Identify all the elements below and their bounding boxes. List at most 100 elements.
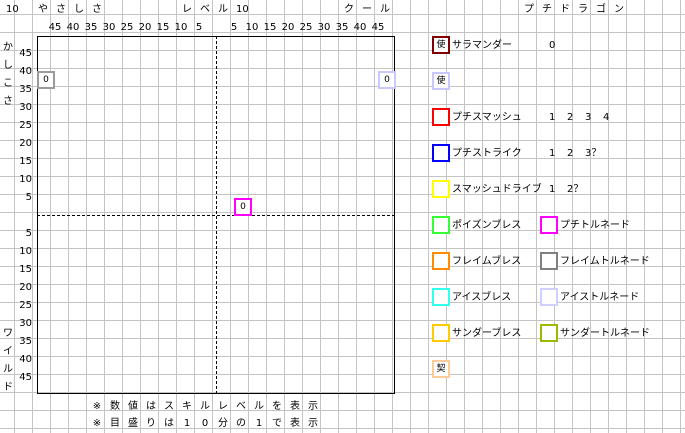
note-scale-char: 分: [218, 418, 228, 429]
note-scale-char: ※: [92, 418, 102, 429]
note-skill-level-char: 表: [290, 401, 300, 412]
note-skill-level-char: 示: [308, 401, 318, 412]
y-tick-label: 20: [19, 282, 32, 293]
thunder-tornado-label: サンダートルネード: [560, 328, 650, 339]
note-skill-level-char: ベ: [236, 401, 246, 412]
puchi-smash-level-4: 4: [603, 112, 610, 123]
y-tick-label: 45: [19, 372, 32, 383]
game-title-char: プ: [524, 4, 534, 15]
y-tick-label: 45: [19, 48, 32, 59]
y-tick-label: 35: [19, 84, 32, 95]
thunder-breath-label: サンダーブレス: [452, 328, 522, 339]
y-tick-label: 25: [19, 300, 32, 311]
note-scale-char: 1: [255, 418, 263, 429]
puchi-strike-level-3: 3？: [585, 148, 602, 159]
puchi-strike-swatch[interactable]: [432, 144, 450, 162]
y-tick-label: 35: [19, 336, 32, 347]
x-tick-label: 45: [371, 22, 385, 33]
note-skill-level-char: 値: [128, 401, 138, 412]
marker-lavender[interactable]: 0: [378, 71, 396, 89]
puchi-smash-level-2: 2: [567, 112, 574, 123]
left-axis-label-char: や: [38, 4, 48, 15]
horizontal-center-axis: [37, 215, 395, 216]
puchi-tornado-swatch[interactable]: [540, 216, 558, 234]
x-tick-label: 45: [48, 22, 62, 33]
poison-breath-swatch[interactable]: [432, 216, 450, 234]
x-tick-label: 40: [353, 22, 367, 33]
y-tick-label: 25: [19, 120, 32, 131]
y-tick-label: 10: [19, 246, 32, 257]
right-axis-label-char: ル: [380, 4, 390, 15]
x-tick-label: 10: [174, 22, 188, 33]
x-tick-label: 5: [230, 22, 238, 33]
game-title-char: ン: [614, 4, 624, 15]
ice-tornado-swatch[interactable]: [540, 288, 558, 306]
puchi-smash-level-1: 1: [549, 112, 556, 123]
flame-tornado-swatch[interactable]: [540, 252, 558, 270]
y-tick-label: 10: [19, 174, 32, 185]
salamander-use-icon[interactable]: 使: [432, 36, 450, 54]
note-scale-char: り: [146, 418, 156, 429]
note-skill-level-char: ※: [92, 401, 102, 412]
marker-magenta[interactable]: 0: [234, 198, 252, 216]
flame-breath-swatch[interactable]: [432, 252, 450, 270]
left-axis-label-char: さ: [92, 4, 102, 15]
y-tick-label: 15: [19, 264, 32, 275]
game-title-char: ド: [560, 4, 570, 15]
note-skill-level-char: キ: [182, 401, 192, 412]
left-axis-label-char: さ: [56, 4, 66, 15]
note-scale-char: 盛: [128, 418, 138, 429]
y-tick-label: 30: [19, 102, 32, 113]
ice-tornado-label: アイストルネード: [560, 292, 640, 303]
x-tick-label: 25: [299, 22, 313, 33]
x-tick-label: 15: [156, 22, 170, 33]
marker-gray[interactable]: 0: [37, 71, 55, 89]
center-level-value: 10: [236, 4, 249, 15]
contract-icon[interactable]: 契: [432, 360, 450, 378]
note-skill-level-char: は: [146, 401, 156, 412]
y-tick-label: 40: [19, 66, 32, 77]
vertical-top-label-char: か: [3, 42, 13, 53]
x-tick-label: 30: [102, 22, 116, 33]
note-skill-level-char: レ: [218, 401, 228, 412]
puchi-smash-level-3: 3: [585, 112, 592, 123]
thunder-breath-swatch[interactable]: [432, 324, 450, 342]
puchi-smash-swatch[interactable]: [432, 108, 450, 126]
puchi-smash-label: プチスマッシュ: [452, 112, 522, 123]
use-icon[interactable]: 使: [432, 72, 450, 90]
vertical-top-label-char: さ: [3, 96, 13, 107]
note-skill-level-char: 数: [110, 401, 120, 412]
puchi-strike-level-1: 1: [549, 148, 556, 159]
smash-drive-level-2: 2？: [567, 184, 584, 195]
vertical-bottom-label-char: ワ: [3, 328, 13, 339]
center-axis-label-char: レ: [182, 4, 192, 15]
vertical-bottom-label-char: イ: [3, 346, 13, 357]
y-tick-label: 40: [19, 354, 32, 365]
game-title-char: ラ: [578, 4, 588, 15]
thunder-tornado-swatch[interactable]: [540, 324, 558, 342]
right-axis-label-char: ー: [362, 4, 372, 15]
note-scale-char: 示: [308, 418, 318, 429]
note-skill-level-char: を: [272, 401, 282, 412]
poison-breath-label: ポイズンブレス: [452, 220, 522, 231]
y-tick-label: 15: [19, 156, 32, 167]
note-skill-level-char: ル: [254, 401, 264, 412]
y-tick-label: 20: [19, 138, 32, 149]
vertical-bottom-label-char: ル: [3, 364, 13, 375]
note-scale-char: は: [164, 418, 174, 429]
note-scale-char: で: [272, 418, 282, 429]
vertical-top-label-char: こ: [3, 78, 13, 89]
note-scale-char: の: [236, 418, 246, 429]
x-tick-label: 35: [84, 22, 98, 33]
note-skill-level-char: ス: [164, 401, 174, 412]
y-tick-label: 5: [25, 192, 32, 203]
x-tick-label: 20: [281, 22, 295, 33]
puchi-strike-label: プチストライク: [452, 148, 522, 159]
game-title-char: チ: [542, 4, 552, 15]
center-axis-label-char: ル: [218, 4, 228, 15]
note-scale-char: 目: [110, 418, 120, 429]
note-scale-char: 1: [183, 418, 191, 429]
smash-drive-swatch[interactable]: [432, 180, 450, 198]
ice-breath-swatch[interactable]: [432, 288, 450, 306]
flame-tornado-label: フレイムトルネード: [560, 256, 650, 267]
